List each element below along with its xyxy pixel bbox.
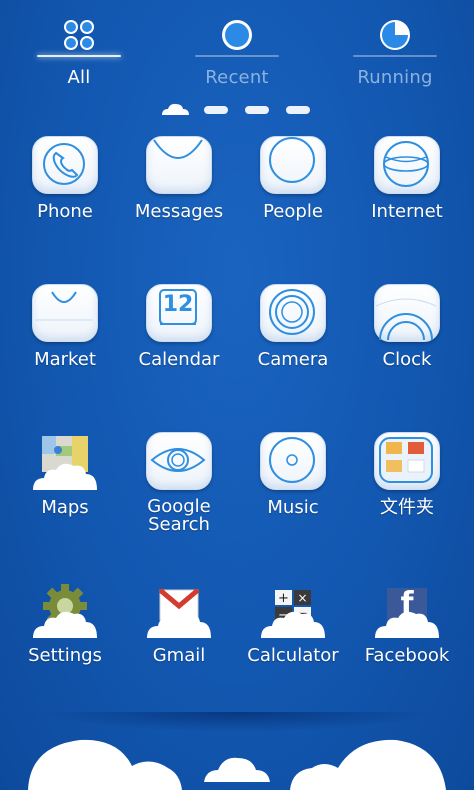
circle-icon	[222, 20, 252, 50]
folder-icon	[379, 437, 433, 483]
app-label: Clock	[382, 349, 432, 370]
app-label: 文件夹	[380, 497, 434, 518]
eye-search-icon	[150, 448, 206, 472]
app-gmail[interactable]: Gmail	[122, 574, 236, 694]
people-icon	[269, 137, 315, 183]
grid-dots-icon	[64, 20, 94, 50]
app-market[interactable]: Market	[8, 278, 122, 398]
dock-cloud-right[interactable]	[290, 739, 446, 790]
music-disc-icon	[269, 437, 315, 483]
app-settings[interactable]: Settings	[8, 574, 122, 694]
app-label: Google Search	[147, 496, 211, 535]
gmail-icon	[147, 588, 211, 638]
phone-icon	[43, 143, 85, 185]
app-phone[interactable]: Phone	[8, 130, 122, 250]
cloud-page-dot-icon	[162, 103, 189, 115]
app-folder[interactable]: 文件夹	[350, 426, 464, 546]
app-label: Calculator	[247, 645, 339, 666]
pie-clock-icon	[380, 20, 410, 50]
app-clock[interactable]: Clock	[350, 278, 464, 398]
tab-underline	[37, 55, 121, 57]
app-label: Maps	[41, 497, 89, 518]
app-messages[interactable]: Messages	[122, 130, 236, 250]
app-label: Calendar	[138, 349, 220, 370]
app-label: Facebook	[364, 645, 450, 666]
maps-icon	[33, 436, 97, 490]
calculator-icon: + × − =	[261, 590, 325, 638]
tab-bar: All Recent Running	[0, 0, 474, 100]
gear-icon	[33, 584, 97, 638]
app-label: Messages	[134, 201, 224, 222]
app-label: Settings	[28, 645, 102, 666]
dock-cloud-left[interactable]	[28, 739, 182, 790]
app-label: Market	[34, 349, 96, 370]
dock-cloud-center[interactable]	[204, 757, 270, 782]
clock-icon	[375, 298, 437, 340]
app-label: Internet	[371, 201, 443, 222]
page-dot	[286, 106, 310, 114]
page-indicator[interactable]	[0, 100, 474, 122]
app-people[interactable]: People	[236, 130, 350, 250]
page-dot	[245, 106, 269, 114]
app-music[interactable]: Music	[236, 426, 350, 546]
globe-icon	[383, 141, 429, 187]
svg-text:+: +	[278, 591, 289, 606]
tab-recent[interactable]: Recent	[167, 10, 307, 96]
cloud-dock	[28, 739, 446, 790]
tab-running[interactable]: Running	[325, 10, 465, 96]
messages-icon	[153, 139, 203, 159]
app-label: Phone	[37, 201, 93, 222]
app-label: Camera	[257, 349, 329, 370]
app-camera[interactable]: Camera	[236, 278, 350, 398]
app-label: Music	[267, 497, 319, 518]
shopping-bag-icon	[35, 291, 93, 321]
camera-lens-icon	[269, 289, 315, 335]
tab-label: Recent	[205, 67, 269, 88]
tab-label: All	[67, 67, 91, 88]
app-facebook[interactable]: f Facebook	[350, 574, 464, 694]
app-calendar[interactable]: 12 Calendar	[122, 278, 236, 398]
app-calculator[interactable]: + × − = Calculator	[236, 574, 350, 694]
app-label: People	[263, 201, 323, 222]
dock-shadow	[40, 712, 434, 732]
app-maps[interactable]: Maps	[8, 426, 122, 546]
tab-all[interactable]: All	[9, 10, 149, 96]
svg-text:×: ×	[297, 591, 307, 605]
facebook-glyph: f	[400, 586, 414, 621]
tab-underline	[353, 55, 437, 57]
app-grid: Phone Messages People Internet Market 12…	[0, 130, 474, 690]
app-google-search[interactable]: Google Search	[122, 426, 236, 546]
page-dot	[204, 106, 228, 114]
app-internet[interactable]: Internet	[350, 130, 464, 250]
calendar-day: 12	[162, 292, 194, 317]
tab-label: Running	[357, 67, 433, 88]
app-label: Gmail	[152, 645, 206, 666]
tab-underline	[195, 55, 279, 57]
